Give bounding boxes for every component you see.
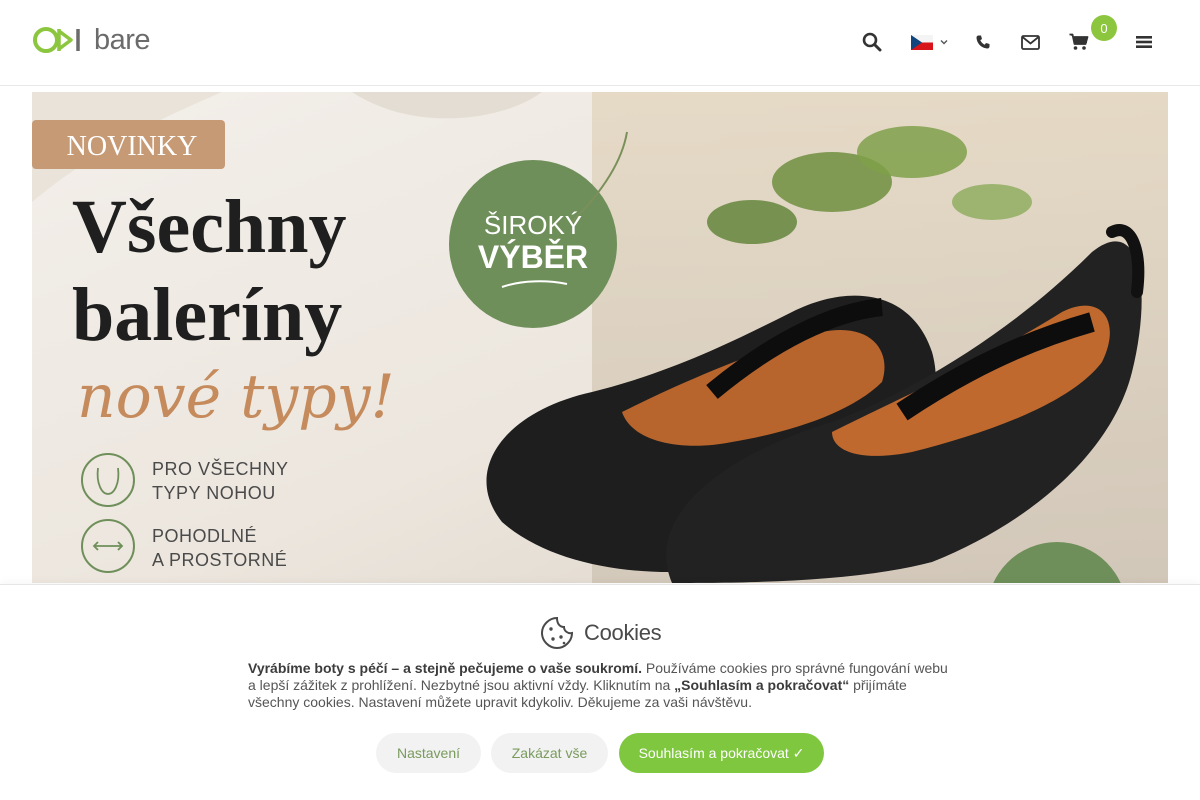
- headline-line-1: Všechny: [72, 185, 346, 269]
- menu-icon[interactable]: [1132, 30, 1156, 54]
- cart-count-badge: 0: [1091, 15, 1117, 41]
- cookie-description: Vyrábíme boty s péčí – a stejně pečujeme…: [248, 660, 958, 711]
- cookie-accept-button[interactable]: Souhlasím a pokračovat ✓: [619, 733, 824, 773]
- headline-line-2: baleríny: [72, 273, 342, 357]
- feature-1-line-2: TYPY NOHOU: [152, 483, 276, 503]
- feature-2-line-1: POHODLNÉ: [152, 526, 257, 546]
- circle-line-2: VÝBĚR: [478, 239, 588, 275]
- site-header: bare 0: [0, 0, 1200, 86]
- cookie-text-bold-1: Vyrábíme boty s péčí – a stejně pečujeme…: [248, 660, 642, 676]
- headline-script: nové typy!: [77, 362, 395, 432]
- phone-icon[interactable]: [971, 30, 995, 54]
- cookie-settings-button[interactable]: Nastavení: [376, 733, 481, 773]
- language-selector[interactable]: [910, 30, 950, 54]
- novinky-badge-text: NOVINKY: [67, 131, 198, 162]
- logo-text: bare: [94, 23, 151, 56]
- site-logo[interactable]: bare: [32, 23, 151, 56]
- feature-2-line-2: A PROSTORNÉ: [152, 550, 287, 570]
- cart-icon[interactable]: [1067, 30, 1091, 54]
- feature-1-line-1: PRO VŠECHNY: [152, 458, 289, 479]
- cookie-icon: [540, 616, 574, 650]
- flag-cz-icon: [911, 34, 933, 50]
- cookie-title-text: Cookies: [584, 620, 662, 645]
- circle-line-1: ŠIROKÝ: [484, 210, 582, 240]
- logo-mark-icon: [33, 27, 80, 53]
- envelope-icon[interactable]: [1018, 30, 1042, 54]
- cookie-deny-all-button[interactable]: Zakázat vše: [491, 733, 608, 773]
- search-icon[interactable]: [860, 30, 884, 54]
- cookie-title: Cookies: [540, 616, 662, 650]
- hero-banner[interactable]: NOVINKY Všechny baleríny nové typy! ŠIRO…: [32, 92, 1168, 583]
- cookie-text-bold-2: „Souhlasím a pokračovat“: [674, 677, 850, 693]
- chevron-down-icon: [940, 40, 948, 45]
